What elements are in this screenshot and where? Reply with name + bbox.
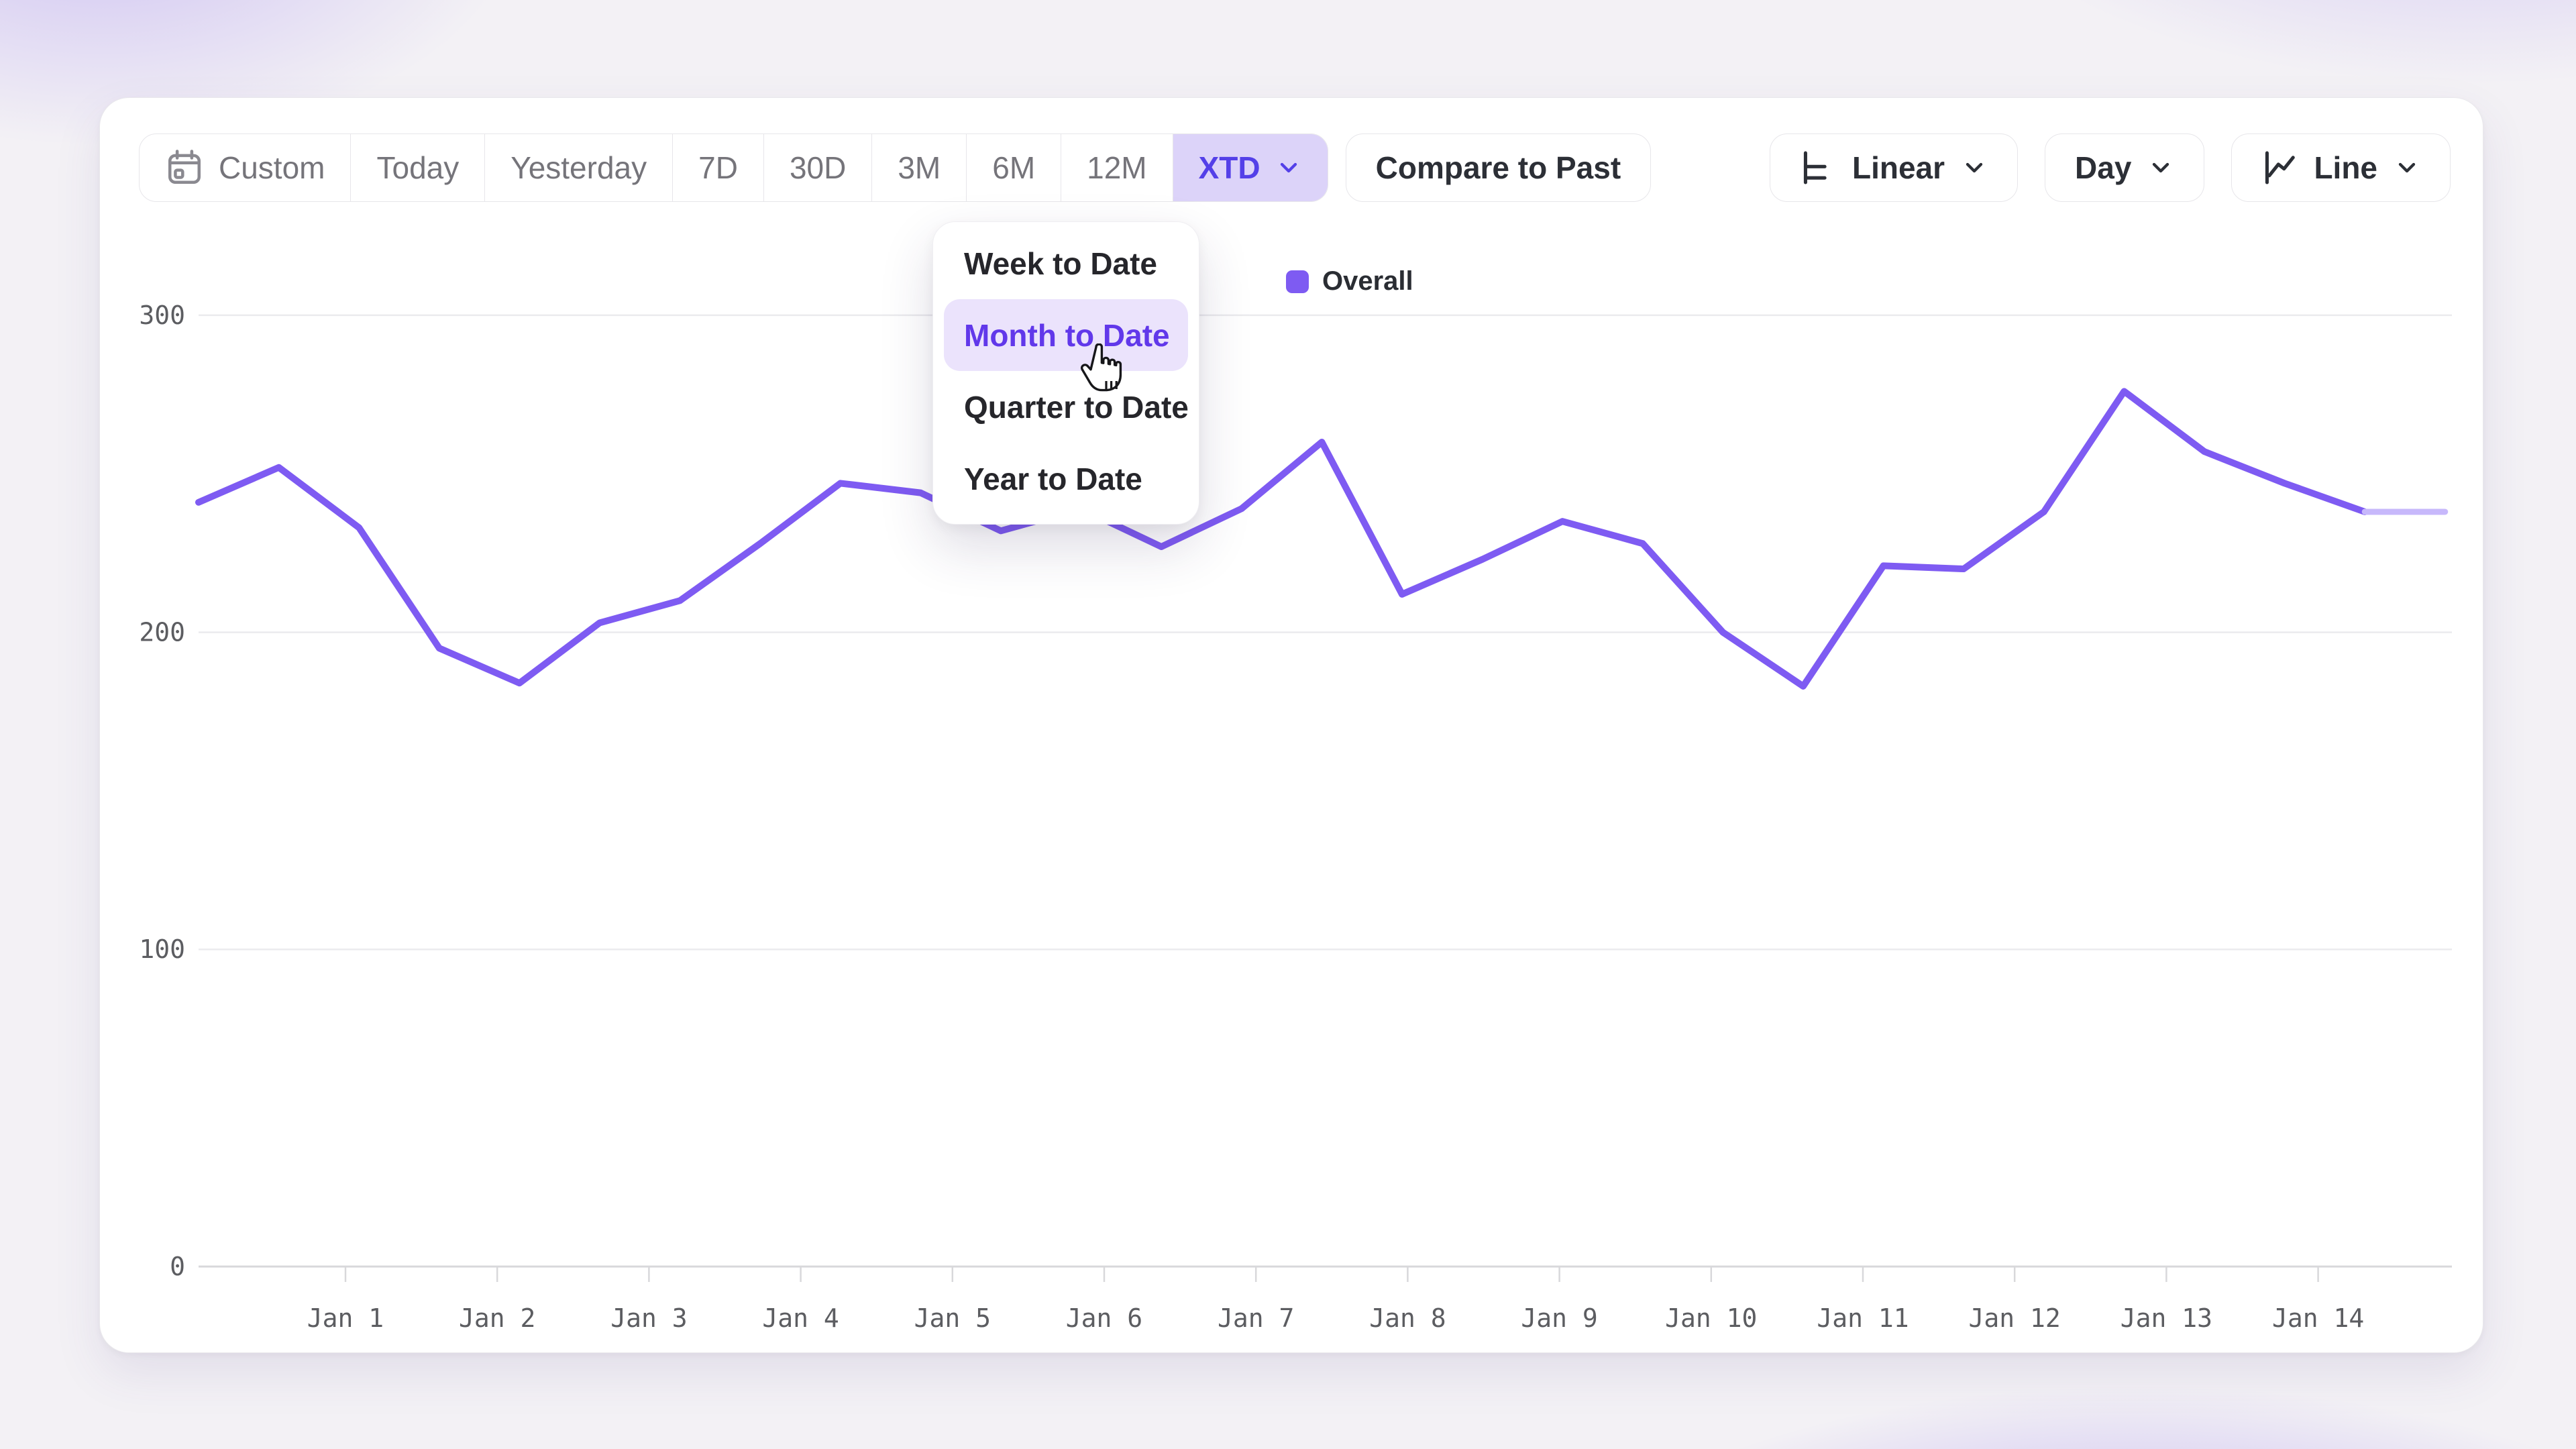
date-range-6m[interactable]: 6M — [967, 134, 1061, 201]
compare-to-past-button[interactable]: Compare to Past — [1346, 133, 1652, 202]
date-range-today[interactable]: Today — [351, 134, 485, 201]
date-range-group: Custom Today Yesterday 7D 30D 3M 6M 12M … — [139, 133, 1328, 202]
axis-scale-icon — [1800, 150, 1836, 186]
insight-card: Custom Today Yesterday 7D 30D 3M 6M 12M … — [99, 97, 2483, 1353]
scale-select[interactable]: Linear — [1770, 133, 2018, 202]
menu-item-year-to-date[interactable]: Year to Date — [944, 443, 1188, 515]
legend-swatch — [1286, 270, 1309, 293]
interval-select[interactable]: Day — [2045, 133, 2204, 202]
date-range-xtd[interactable]: XTD — [1173, 134, 1328, 201]
date-range-12m[interactable]: 12M — [1061, 134, 1173, 201]
calendar-icon — [165, 148, 204, 187]
menu-item-month-to-date[interactable]: Month to Date — [944, 299, 1188, 371]
line-chart-icon — [2261, 150, 2298, 186]
date-range-yesterday[interactable]: Yesterday — [485, 134, 673, 201]
date-range-custom[interactable]: Custom — [140, 134, 351, 201]
chevron-down-icon — [2147, 154, 2174, 181]
chart-type-select[interactable]: Line — [2231, 133, 2451, 202]
date-range-7d[interactable]: 7D — [673, 134, 764, 201]
legend: Overall — [1286, 266, 1413, 297]
chevron-down-icon — [1275, 154, 1302, 181]
menu-item-week-to-date[interactable]: Week to Date — [944, 227, 1188, 299]
page-background: 0100200300Jan 1Jan 2Jan 3Jan 4Jan 5Jan 6… — [0, 0, 2576, 1449]
menu-item-quarter-to-date[interactable]: Quarter to Date — [944, 371, 1188, 443]
date-range-label: Custom — [219, 150, 325, 186]
toolbar: Custom Today Yesterday 7D 30D 3M 6M 12M … — [139, 133, 2451, 202]
chart-settings-cluster: Linear Day — [1770, 133, 2451, 202]
date-range-3m[interactable]: 3M — [872, 134, 967, 201]
chevron-down-icon — [1961, 154, 1988, 181]
date-options-dropdown: Week to Date Month to Date Quarter to Da… — [932, 221, 1199, 525]
date-range-30d[interactable]: 30D — [764, 134, 872, 201]
legend-label: Overall — [1322, 266, 1413, 297]
chevron-down-icon — [2394, 154, 2420, 181]
